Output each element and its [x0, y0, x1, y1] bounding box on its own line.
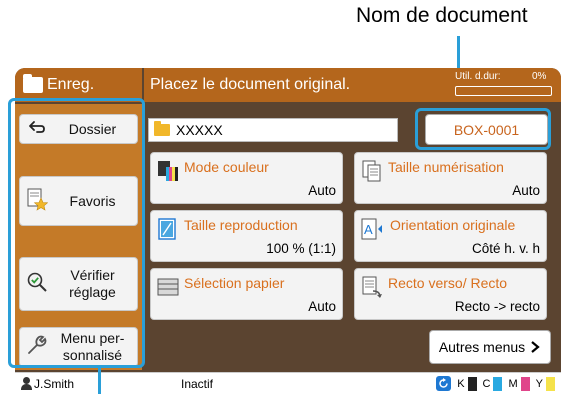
user-icon [21, 377, 32, 390]
ink-y-label: Y [535, 377, 543, 390]
callout-document-name: Nom de document [356, 4, 528, 27]
message-header: Placez le document original. Util. d.dur… [144, 68, 561, 102]
refresh-icon[interactable] [436, 376, 452, 391]
reproduction-size-icon [158, 218, 176, 240]
sidebar-highlight [8, 98, 145, 368]
ink-y-swatch [546, 376, 555, 391]
document-name-field[interactable]: XXXXX [148, 118, 398, 142]
svg-text:A: A [364, 222, 373, 237]
tile-taille-reproduction[interactable]: Taille reproduction 100 % (1:1) [150, 210, 343, 262]
duplex-icon [362, 276, 382, 298]
tile-label: Taille reproduction [184, 217, 298, 233]
autres-menus-button[interactable]: Autres menus [429, 330, 551, 364]
callout-leader-line-bottom [98, 366, 101, 394]
document-name-value: XXXXX [176, 122, 223, 138]
tile-label: Orientation originale [390, 217, 516, 233]
disk-usage-label: Util. d.dur: [455, 71, 501, 82]
chevron-right-icon [531, 341, 540, 353]
instruction-message: Placez le document original. [150, 76, 351, 93]
ink-c-label: C [482, 377, 491, 390]
disk-usage-bar [455, 86, 552, 96]
ink-c-swatch [493, 376, 503, 391]
folder-icon [154, 121, 170, 136]
ink-m-label: M [508, 377, 518, 390]
user-name: J.Smith [34, 376, 75, 391]
tile-label: Sélection papier [184, 275, 285, 291]
tile-value: Auto [308, 183, 336, 198]
scan-size-icon [362, 160, 381, 182]
color-mode-icon [158, 161, 178, 181]
ink-k-label: K [457, 377, 465, 390]
tile-value: Auto [308, 299, 336, 314]
tile-mode-couleur[interactable]: Mode couleur Auto [150, 152, 343, 204]
tile-orientation-originale[interactable]: A Orientation originale Côté h. v. h [354, 210, 547, 262]
tile-label: Taille numérisation [388, 159, 504, 175]
tile-value: Auto [512, 183, 540, 198]
tile-value: 100 % (1:1) [266, 241, 336, 256]
tile-label: Mode couleur [184, 159, 269, 175]
machine-status: Inactif [181, 377, 214, 391]
orientation-icon: A [361, 218, 382, 240]
mode-header: Enreg. [15, 68, 142, 102]
ink-levels: K C M Y [436, 376, 555, 391]
autres-menus-label: Autres menus [438, 339, 526, 355]
tile-value: Côté h. v. h [471, 241, 540, 256]
ink-k-swatch [467, 376, 477, 391]
mode-title: Enreg. [47, 76, 95, 93]
ink-m-swatch [520, 376, 530, 391]
tile-selection-papier[interactable]: Sélection papier Auto [150, 268, 343, 320]
paper-select-icon [157, 278, 179, 296]
folder-icon [23, 74, 43, 93]
tile-taille-numerisation[interactable]: Taille numérisation Auto [354, 152, 547, 204]
tile-recto-verso[interactable]: Recto verso/ Recto Recto -> recto [354, 268, 547, 320]
disk-usage-percent: 0% [532, 71, 547, 82]
tile-value: Recto -> recto [454, 299, 540, 314]
status-bar: J.Smith Inactif K C M Y [15, 372, 561, 394]
document-name-highlight [415, 108, 551, 150]
tile-label: Recto verso/ Recto [388, 275, 508, 291]
